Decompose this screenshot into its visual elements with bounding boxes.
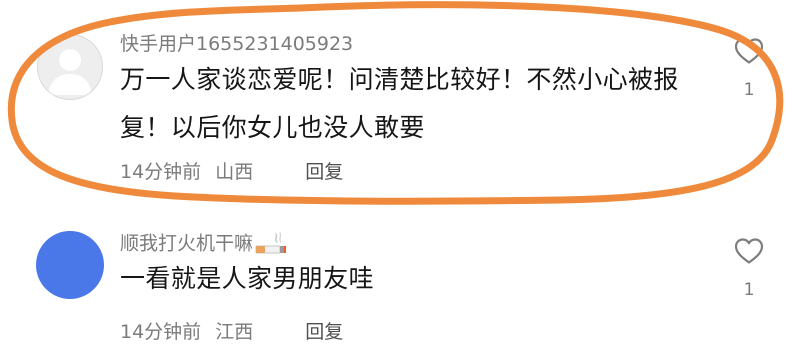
comment-meta: 14分钟前 山西 回复 (120, 160, 343, 184)
comment-username-text: 顺我打火机干嘛 (120, 232, 254, 255)
comment-username[interactable]: 快手用户1655231405923 (120, 32, 353, 56)
comment-text: 一看就是人家男朋友哇 (120, 264, 375, 293)
avatar[interactable] (37, 34, 103, 100)
like-count: 1 (743, 80, 755, 100)
like-button[interactable]: 1 (731, 237, 767, 300)
avatar[interactable] (36, 231, 104, 299)
heart-icon (734, 238, 764, 264)
like-count: 1 (743, 280, 755, 300)
comment-username[interactable]: 顺我打火机干嘛 (120, 231, 289, 257)
default-avatar-icon (48, 49, 92, 95)
heart-icon (734, 38, 764, 64)
comment-region: 山西 (215, 161, 254, 183)
comment-item: 顺我打火机干嘛 一看就是人家男朋友哇 14分钟前 江西 回复 1 (0, 200, 800, 364)
comment-time: 14分钟前 (120, 161, 202, 183)
comment-region: 江西 (215, 321, 254, 343)
reply-button[interactable]: 回复 (305, 321, 343, 343)
cigarette-icon (255, 232, 287, 254)
comment-time: 14分钟前 (120, 321, 202, 343)
like-button[interactable]: 1 (731, 37, 767, 100)
comment-item: 快手用户1655231405923 万一人家谈恋爱呢！问清楚比较好！不然小心被报… (0, 0, 800, 200)
comment-text: 万一人家谈恋爱呢！问清楚比较好！不然小心被报复！以后你女儿也没人敢要 (120, 65, 679, 142)
reply-button[interactable]: 回复 (305, 161, 343, 183)
comment-meta: 14分钟前 江西 回复 (120, 320, 343, 344)
